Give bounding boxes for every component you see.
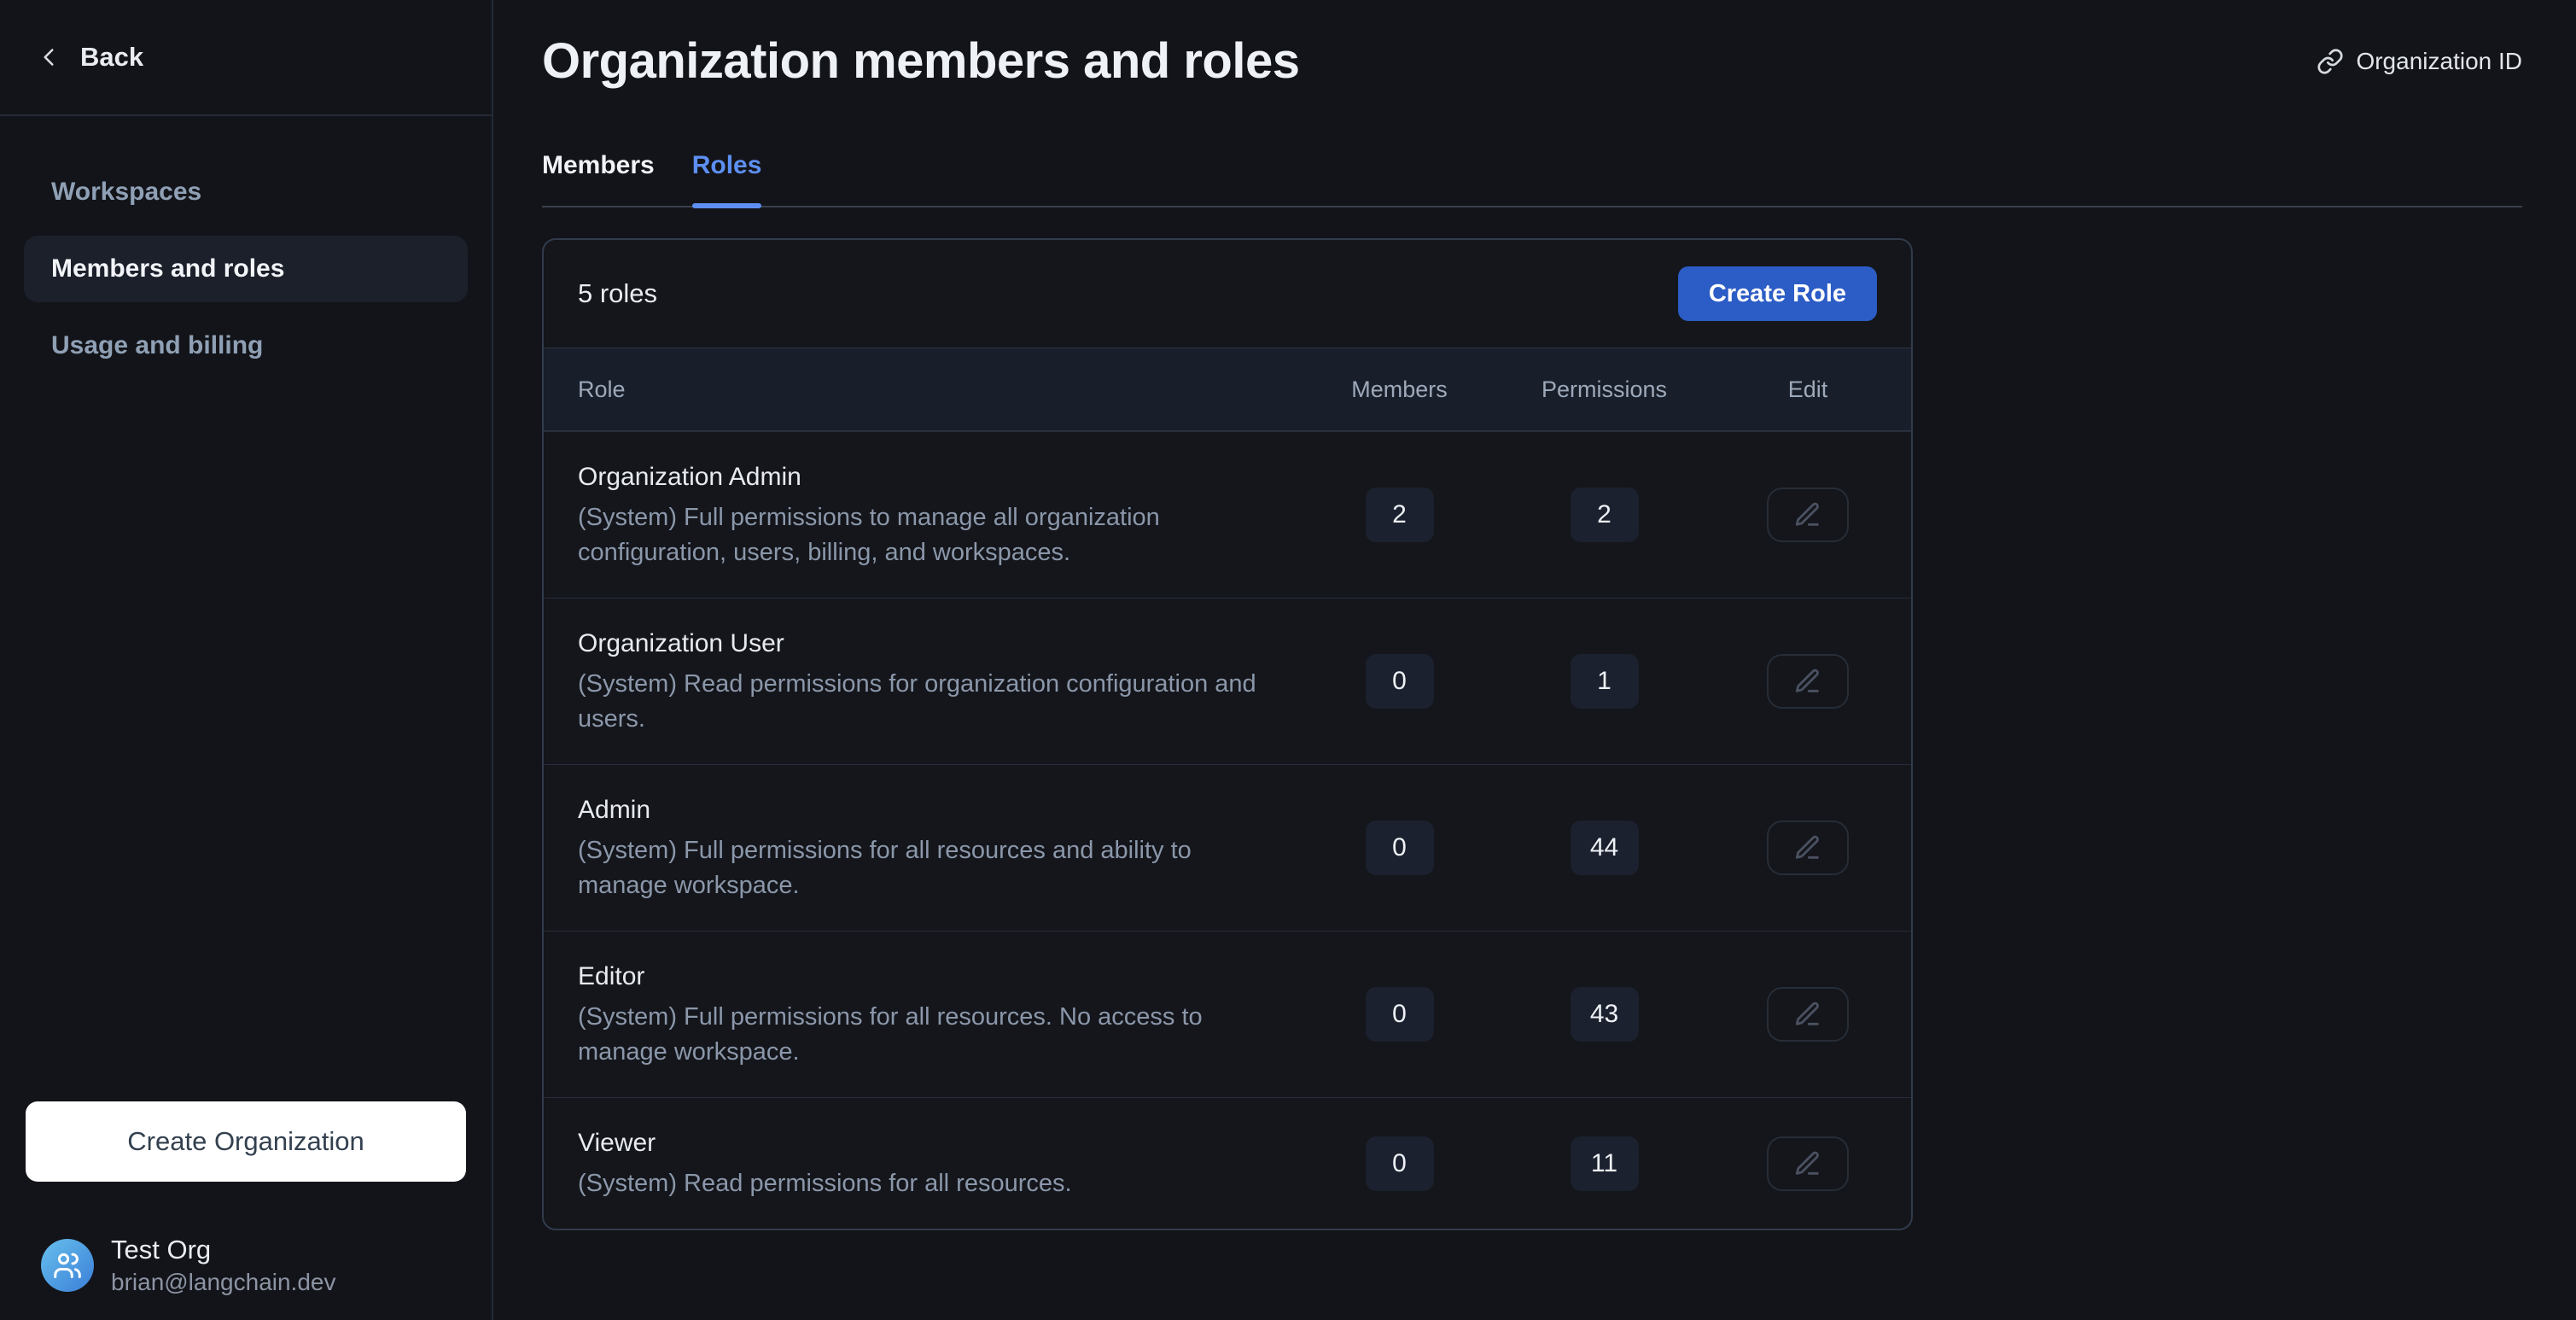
main-content: Organization members and roles Organizat… [493,0,2576,1320]
edit-role-button[interactable] [1767,987,1849,1042]
role-cell: Organization User (System) Read permissi… [544,599,1286,764]
sidebar-item-label: Members and roles [51,254,284,283]
role-name: Organization User [578,628,1286,660]
pencil-icon [1793,833,1822,862]
profile-text: Test Org brian@langchain.dev [111,1233,335,1298]
permissions-count-cell: 1 [1504,654,1705,709]
pencil-icon [1793,1149,1822,1178]
members-count-badge: 0 [1366,654,1434,709]
role-name: Organization Admin [578,461,1286,494]
members-count-cell: 0 [1295,987,1504,1042]
user-email: brian@langchain.dev [111,1267,335,1298]
org-profile[interactable]: Test Org brian@langchain.dev [0,1233,492,1320]
members-count-badge: 0 [1366,821,1434,875]
users-group-icon [52,1250,83,1281]
sidebar: Back Workspaces Members and roles Usage … [0,0,493,1320]
column-header-members: Members [1295,377,1504,403]
members-count-cell: 0 [1295,1136,1504,1191]
table-row: Organization User (System) Read permissi… [544,598,1911,764]
permissions-count-badge: 11 [1571,1136,1639,1191]
edit-cell [1705,488,1911,542]
permissions-count-badge: 44 [1571,821,1639,875]
sidebar-item-usage-and-billing[interactable]: Usage and billing [24,312,468,379]
role-name: Viewer [578,1127,1286,1159]
permissions-count-cell: 43 [1504,987,1705,1042]
edit-role-button[interactable] [1767,654,1849,709]
members-count-badge: 0 [1366,987,1434,1042]
back-label: Back [80,42,143,73]
role-cell: Admin (System) Full permissions for all … [544,765,1286,931]
permissions-count-cell: 2 [1504,488,1705,542]
edit-cell [1705,821,1911,875]
role-description: (System) Full permissions for all resour… [578,833,1286,903]
roles-count: 5 roles [578,278,657,309]
permissions-count-cell: 44 [1504,821,1705,875]
role-cell: Organization Admin (System) Full permiss… [544,432,1286,598]
role-description: (System) Full permissions to manage all … [578,500,1286,570]
link-icon [2317,48,2344,75]
page-header: Organization members and roles Organizat… [542,32,2522,90]
edit-cell [1705,987,1911,1042]
sidebar-spacer [0,384,492,1101]
chevron-left-icon [34,43,63,72]
sidebar-item-members-and-roles[interactable]: Members and roles [24,236,468,302]
table-header-row: Role Members Permissions Edit [544,348,1911,431]
organization-id-label: Organization ID [2356,48,2522,75]
members-count-badge: 0 [1366,1136,1434,1191]
role-description: (System) Read permissions for all resour… [578,1166,1286,1201]
permissions-count-cell: 11 [1504,1136,1705,1191]
edit-cell [1705,654,1911,709]
pencil-icon [1793,500,1822,529]
pencil-icon [1793,1000,1822,1029]
edit-cell [1705,1136,1911,1191]
role-name: Editor [578,961,1286,993]
sidebar-item-label: Workspaces [51,178,201,207]
create-role-button[interactable]: Create Role [1678,266,1877,321]
tab-roles[interactable]: Roles [692,151,762,206]
column-header-role: Role [544,377,1295,403]
roles-card-header: 5 roles Create Role [544,240,1911,348]
table-row: Organization Admin (System) Full permiss… [544,431,1911,598]
role-description: (System) Full permissions for all resour… [578,1000,1286,1070]
permissions-count-badge: 2 [1571,488,1639,542]
column-header-edit: Edit [1705,377,1911,403]
avatar [41,1239,94,1292]
edit-role-button[interactable] [1767,1136,1849,1191]
role-cell: Editor (System) Full permissions for all… [544,932,1286,1097]
pencil-icon [1793,667,1822,696]
members-count-cell: 0 [1295,821,1504,875]
members-count-cell: 2 [1295,488,1504,542]
tab-members[interactable]: Members [542,151,655,206]
edit-role-button[interactable] [1767,821,1849,875]
role-cell: Viewer (System) Read permissions for all… [544,1098,1286,1229]
permissions-count-badge: 43 [1571,987,1639,1042]
sidebar-nav: Workspaces Members and roles Usage and b… [0,116,492,384]
organization-id-link[interactable]: Organization ID [2317,48,2522,75]
role-name: Admin [578,794,1286,826]
table-row: Editor (System) Full permissions for all… [544,931,1911,1097]
sidebar-item-label: Usage and billing [51,331,263,360]
page-title: Organization members and roles [542,32,1299,90]
role-description: (System) Read permissions for organizati… [578,667,1286,737]
sidebar-item-workspaces[interactable]: Workspaces [24,159,468,225]
tab-bar: Members Roles [542,151,2522,207]
permissions-count-badge: 1 [1571,654,1639,709]
members-count-cell: 0 [1295,654,1504,709]
table-row: Admin (System) Full permissions for all … [544,764,1911,931]
table-row: Viewer (System) Read permissions for all… [544,1097,1911,1229]
column-header-permissions: Permissions [1504,377,1705,403]
org-name: Test Org [111,1233,335,1267]
members-count-badge: 2 [1366,488,1434,542]
roles-card: 5 roles Create Role Role Members Permiss… [542,238,1913,1230]
create-organization-button[interactable]: Create Organization [26,1101,466,1182]
back-button[interactable]: Back [0,0,492,116]
edit-role-button[interactable] [1767,488,1849,542]
